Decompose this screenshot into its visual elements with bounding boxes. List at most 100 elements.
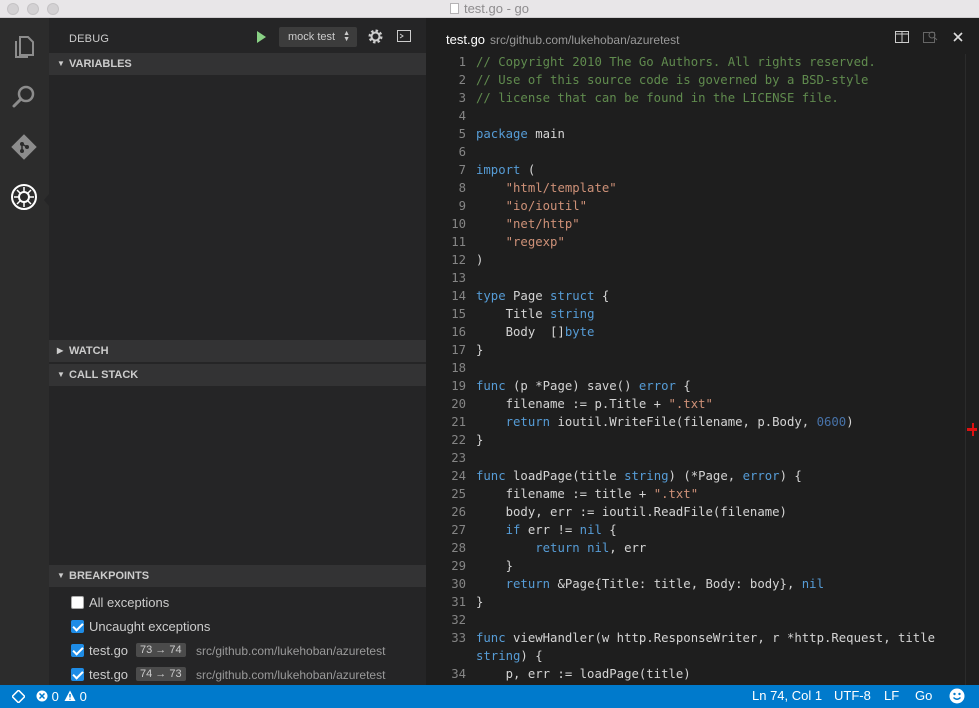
code-line[interactable]: 8 "html/template" — [426, 179, 966, 197]
gear-icon[interactable] — [367, 28, 384, 45]
code-line[interactable]: 15 Title string — [426, 305, 966, 323]
line-number[interactable]: 11 — [444, 233, 466, 251]
line-number[interactable]: 7 — [444, 161, 466, 179]
close-icon[interactable] — [950, 29, 966, 45]
code-line[interactable]: 10 "net/http" — [426, 215, 966, 233]
code-line[interactable]: 26 body, err := ioutil.ReadFile(filename… — [426, 503, 966, 521]
code-line[interactable]: string) { — [426, 647, 966, 665]
debug-config-select[interactable]: mock test ▲ ▼ — [279, 27, 357, 47]
code-line[interactable]: 22} — [426, 431, 966, 449]
open-changes-icon[interactable] — [922, 29, 938, 45]
line-number[interactable]: 8 — [444, 179, 466, 197]
section-variables[interactable]: ▼ VARIABLES — [49, 53, 426, 75]
line-number[interactable]: 15 — [444, 305, 466, 323]
code-line[interactable]: 9 "io/ioutil" — [426, 197, 966, 215]
code-line[interactable]: 33 func viewHandler(w http.ResponseWriter… — [426, 629, 966, 647]
git-icon[interactable] — [10, 133, 38, 161]
section-breakpoints[interactable]: ▼ BREAKPOINTS — [49, 565, 426, 587]
line-number[interactable]: 28 — [444, 539, 466, 557]
line-number[interactable]: 19 — [444, 377, 466, 395]
line-number[interactable]: 13 — [444, 269, 466, 287]
breakpoint-all-exceptions[interactable]: All exceptions — [49, 591, 426, 615]
code-line[interactable]: 4 — [426, 107, 966, 125]
code-line[interactable]: 23 — [426, 449, 966, 467]
status-errors[interactable]: 0 — [36, 689, 59, 704]
line-number[interactable]: 27 — [444, 521, 466, 539]
code-line[interactable]: 31} — [426, 593, 966, 611]
start-debugging-button[interactable] — [254, 30, 268, 44]
line-number[interactable]: 33 — [444, 629, 466, 647]
code-line[interactable]: 32 — [426, 611, 966, 629]
breakpoint-checkbox[interactable] — [71, 644, 84, 657]
line-number[interactable]: 5 — [444, 125, 466, 143]
line-number[interactable]: 30 — [444, 575, 466, 593]
code-line[interactable]: 17} — [426, 341, 966, 359]
section-watch[interactable]: ▶ WATCH — [49, 340, 426, 362]
line-number[interactable]: 10 — [444, 215, 466, 233]
line-number[interactable]: 4 — [444, 107, 466, 125]
code-line[interactable]: 6 — [426, 143, 966, 161]
debug-console-icon[interactable] — [397, 30, 411, 42]
files-icon[interactable] — [10, 33, 38, 61]
line-number[interactable]: 31 — [444, 593, 466, 611]
code-line[interactable]: 11 "regexp" — [426, 233, 966, 251]
line-number[interactable]: 20 — [444, 395, 466, 413]
line-number[interactable]: 23 — [444, 449, 466, 467]
code-line[interactable]: 1 // Copyright 2010 The Go Authors. All r… — [426, 53, 966, 71]
status-warnings[interactable]: 0 — [64, 689, 87, 704]
feedback-smiley-icon[interactable] — [949, 688, 965, 704]
editor-filename[interactable]: test.go — [446, 32, 485, 47]
code-line[interactable]: 19 func (p *Page) save() error { — [426, 377, 966, 395]
code-line[interactable]: 30 return &Page{Title: title, Body: body… — [426, 575, 966, 593]
code-line[interactable]: 18 — [426, 359, 966, 377]
line-number[interactable]: 9 — [444, 197, 466, 215]
line-number[interactable]: 16 — [444, 323, 466, 341]
line-number[interactable]: 2 — [444, 71, 466, 89]
code-line[interactable]: 28 return nil, err — [426, 539, 966, 557]
line-number[interactable]: 34 — [444, 665, 466, 683]
line-number[interactable]: 21 — [444, 413, 466, 431]
code-line[interactable]: 21 return ioutil.WriteFile(filename, p.B… — [426, 413, 966, 431]
code-line[interactable]: 2 // Use of this source code is governed … — [426, 71, 966, 89]
code-line[interactable]: 24 func loadPage(title string) (*Page, er… — [426, 467, 966, 485]
line-ending[interactable]: LF — [884, 688, 899, 703]
line-number[interactable]: 25 — [444, 485, 466, 503]
code-line[interactable]: 25 filename := title + ".txt" — [426, 485, 966, 503]
line-number[interactable]: 18 — [444, 359, 466, 377]
split-editor-icon[interactable] — [894, 29, 910, 45]
breakpoint-item[interactable]: test.go 73 → 74 src/github.com/lukehoban… — [49, 639, 426, 663]
line-number[interactable]: 14 — [444, 287, 466, 305]
code-line[interactable]: 34 p, err := loadPage(title) — [426, 665, 966, 683]
code-line[interactable]: 14 type Page struct { — [426, 287, 966, 305]
line-number[interactable]: 22 — [444, 431, 466, 449]
code-line[interactable]: 29 } — [426, 557, 966, 575]
line-number[interactable]: 12 — [444, 251, 466, 269]
code-line[interactable]: 12) — [426, 251, 966, 269]
line-number[interactable]: 29 — [444, 557, 466, 575]
code-line[interactable]: 27 if err != nil { — [426, 521, 966, 539]
code-line[interactable]: 13 — [426, 269, 966, 287]
breakpoint-checkbox[interactable] — [71, 668, 84, 681]
section-call-stack[interactable]: ▼ CALL STACK — [49, 364, 426, 386]
git-branch-icon[interactable] — [12, 690, 25, 703]
code-line[interactable]: 7 import ( — [426, 161, 966, 179]
line-number[interactable]: 6 — [444, 143, 466, 161]
code-line[interactable]: 5 package main — [426, 125, 966, 143]
code-line[interactable]: 16 Body []byte — [426, 323, 966, 341]
breakpoint-uncaught-exceptions[interactable]: Uncaught exceptions — [49, 615, 426, 639]
line-number[interactable]: 17 — [444, 341, 466, 359]
cursor-position[interactable]: Ln 74, Col 1 — [752, 688, 822, 703]
search-icon[interactable] — [10, 83, 38, 111]
breakpoint-checkbox[interactable] — [71, 596, 84, 609]
language-mode[interactable]: Go — [915, 688, 932, 703]
code-line[interactable]: 20 filename := p.Title + ".txt" — [426, 395, 966, 413]
line-number[interactable]: 24 — [444, 467, 466, 485]
file-encoding[interactable]: UTF-8 — [834, 688, 871, 703]
editor-scrollbar[interactable] — [965, 54, 979, 685]
debug-icon[interactable] — [10, 183, 38, 211]
line-number[interactable]: 26 — [444, 503, 466, 521]
breakpoint-item[interactable]: test.go 74 → 73 src/github.com/lukehoban… — [49, 663, 426, 687]
line-number[interactable]: 3 — [444, 89, 466, 107]
breakpoint-checkbox[interactable] — [71, 620, 84, 633]
line-number[interactable]: 32 — [444, 611, 466, 629]
